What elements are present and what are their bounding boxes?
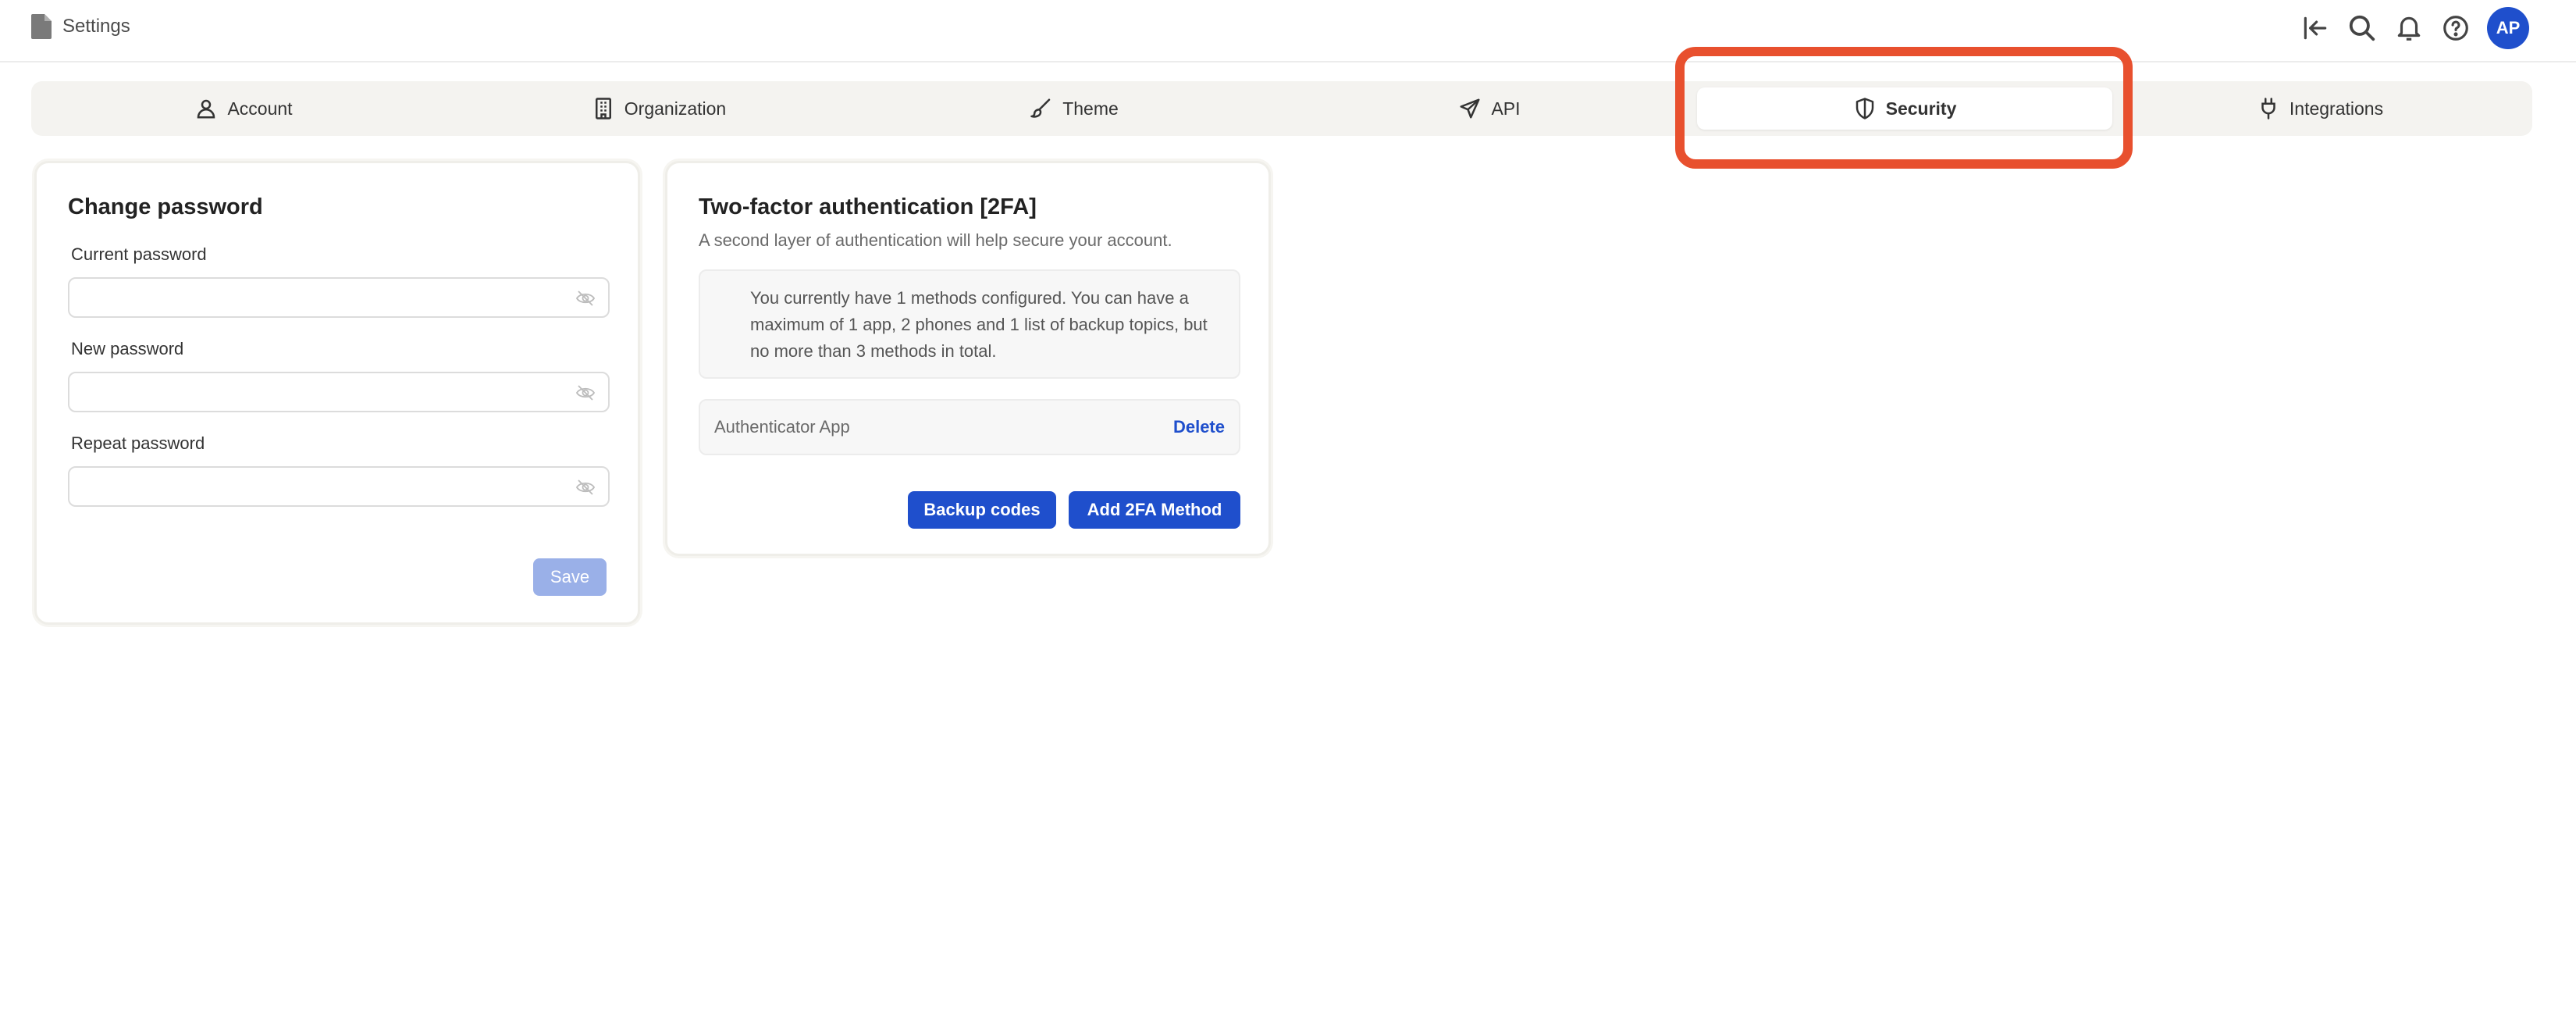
new-password-field[interactable] — [68, 372, 610, 412]
info-text: You currently have 1 methods configured.… — [750, 288, 1208, 361]
tab-integrations[interactable]: Integrations — [2112, 87, 2528, 130]
repeat-password-input[interactable] — [69, 468, 608, 505]
help-icon[interactable] — [2439, 11, 2473, 45]
shield-icon — [1856, 98, 1873, 119]
save-button[interactable]: Save — [533, 558, 607, 596]
top-bar: Settings AP — [0, 0, 2576, 62]
plug-icon — [2261, 98, 2275, 119]
eye-off-icon[interactable] — [575, 290, 596, 307]
new-password-input[interactable] — [69, 373, 608, 411]
repeat-password-field[interactable] — [68, 466, 610, 507]
bell-icon[interactable] — [2392, 11, 2426, 45]
card-title: Change password — [68, 194, 263, 219]
send-icon — [1460, 98, 1480, 119]
tab-organization[interactable]: Organization — [451, 87, 866, 130]
tab-label: Organization — [624, 98, 727, 119]
back-arrow-icon[interactable] — [2298, 11, 2332, 45]
add-2fa-method-button[interactable]: Add 2FA Method — [1069, 491, 1240, 529]
repeat-password-label: Repeat password — [71, 433, 205, 453]
document-icon — [31, 14, 52, 39]
two-factor-card: Two-factor authentication [2FA] A second… — [665, 161, 1271, 556]
tab-security[interactable]: Security — [1697, 87, 2112, 130]
tab-label: API — [1491, 98, 1521, 119]
change-password-card: Change password Current password New pas… — [34, 161, 640, 625]
method-name: Authenticator App — [714, 417, 850, 437]
tab-label: Theme — [1062, 98, 1119, 119]
card-title: Two-factor authentication [2FA] — [699, 194, 1037, 219]
eye-off-icon[interactable] — [575, 384, 596, 401]
backup-codes-button[interactable]: Backup codes — [908, 491, 1056, 529]
page-title: Settings — [62, 16, 130, 37]
tab-label: Account — [227, 98, 293, 119]
card-subtitle: A second layer of authentication will he… — [699, 230, 1172, 250]
tab-label: Integrations — [2289, 98, 2384, 119]
eye-off-icon[interactable] — [575, 479, 596, 496]
current-password-field[interactable] — [68, 277, 610, 318]
avatar[interactable]: AP — [2487, 7, 2529, 49]
current-password-input[interactable] — [69, 279, 608, 316]
search-icon[interactable] — [2345, 11, 2379, 45]
settings-page: Settings AP Account Organization Theme A… — [0, 0, 2576, 1023]
settings-tabs: Account Organization Theme API Security — [31, 81, 2532, 136]
tab-account[interactable]: Account — [36, 87, 451, 130]
methods-info-box: You currently have 1 methods configured.… — [699, 269, 1240, 379]
user-icon — [197, 99, 215, 119]
delete-method-button[interactable]: Delete — [1173, 417, 1225, 437]
tab-theme[interactable]: Theme — [866, 87, 1282, 130]
tab-label: Security — [1885, 98, 1957, 119]
new-password-label: New password — [71, 339, 184, 358]
breadcrumb: Settings — [31, 11, 130, 42]
current-password-label: Current password — [71, 244, 207, 264]
top-actions: AP — [2286, 6, 2529, 50]
brush-icon — [1030, 98, 1051, 118]
method-row: Authenticator App Delete — [699, 399, 1240, 455]
building-icon — [595, 98, 611, 119]
tab-api[interactable]: API — [1282, 87, 1697, 130]
